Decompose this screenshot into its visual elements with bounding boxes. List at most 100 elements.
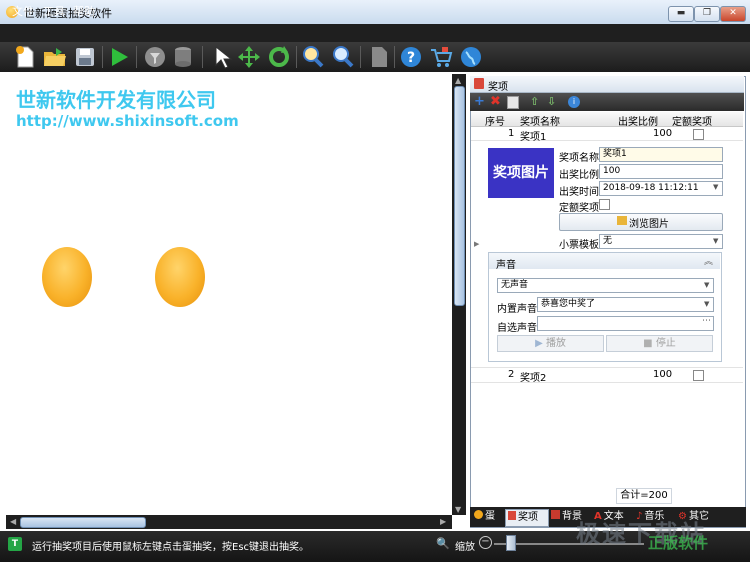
copy-prize-icon[interactable] [507, 96, 519, 109]
scroll-left-arrow-icon[interactable]: ◀ [10, 517, 16, 526]
col-fixed-header[interactable]: 定额奖项 [672, 113, 712, 128]
sound-group-header[interactable] [489, 253, 720, 269]
prize-time-field[interactable]: 2018-09-18 11:12:11 [599, 181, 723, 196]
egg-2[interactable] [155, 247, 205, 307]
maximize-button[interactable]: ❐ [694, 6, 720, 22]
stop-sound-button[interactable]: ■ 停止 [606, 335, 713, 352]
magnifier-icon: 🔍 [436, 537, 450, 550]
builtin-sound-select[interactable]: 恭喜您中奖了 [537, 297, 714, 312]
chevron-down-icon[interactable]: ▼ [704, 300, 709, 308]
play-sound-button[interactable]: ▶ 播放 [497, 335, 604, 352]
row-fixed-checkbox[interactable] [693, 129, 704, 140]
move-down-icon[interactable]: ⇩ [547, 95, 556, 109]
page-icon[interactable] [366, 44, 392, 70]
prize-ratio-field[interactable]: 100 [599, 164, 723, 179]
chevron-down-icon[interactable]: ▼ [713, 183, 718, 191]
title-bar [0, 0, 750, 25]
menu-tools[interactable]: 工具 [43, 3, 65, 19]
rotate-icon[interactable] [266, 44, 292, 70]
help-icon[interactable]: ? [398, 44, 424, 70]
menu-file[interactable]: 文件 [12, 3, 34, 19]
expand-arrow-icon[interactable]: ▶ [474, 240, 479, 248]
col-ratio-header[interactable]: 出奖比例 [618, 113, 658, 128]
name-label: 奖项名称 [559, 153, 599, 164]
col-index-header[interactable]: 序号 [485, 113, 505, 128]
ticket-template-select[interactable]: 无 [599, 234, 723, 249]
scroll-up-arrow-icon[interactable]: ▲ [455, 76, 461, 85]
window-title: 世新砸蛋抽奖软件 [24, 7, 112, 20]
move-icon[interactable] [236, 44, 262, 70]
ratio-sum: 合计=200 [616, 488, 672, 504]
filter-icon[interactable] [142, 44, 168, 70]
zoom-in-icon[interactable] [300, 44, 326, 70]
horizontal-scroll-thumb[interactable] [20, 517, 146, 528]
watermark-subtext: 正版软件 [648, 534, 709, 552]
zoom-out-icon[interactable] [330, 44, 356, 70]
info-icon[interactable]: i [568, 96, 580, 108]
delete-prize-icon[interactable]: ✖ [490, 95, 501, 109]
vertical-scroll-thumb[interactable] [454, 86, 465, 306]
prize-icon [508, 511, 516, 520]
row-fixed-checkbox[interactable] [693, 370, 704, 381]
sound-mode-select[interactable]: 无声音 [497, 278, 714, 293]
cart-icon[interactable] [428, 44, 454, 70]
tab-prize-label: 奖项 [518, 512, 538, 523]
row-name: 奖项2 [520, 373, 547, 384]
scroll-down-arrow-icon[interactable]: ▼ [455, 505, 461, 514]
prize-panel-title: 奖项 [488, 82, 508, 93]
row-ratio: 100 [653, 128, 673, 139]
toolbar-separator [202, 46, 203, 68]
chevron-down-icon[interactable]: ▼ [713, 237, 718, 245]
tab-egg-label: 蛋 [485, 511, 495, 522]
egg-1[interactable] [42, 247, 92, 307]
prize-panel-icon [474, 78, 484, 89]
col-name-header[interactable]: 奖项名称 [520, 113, 560, 128]
scroll-right-arrow-icon[interactable]: ▶ [440, 517, 446, 526]
zoom-slider-knob[interactable] [506, 535, 516, 551]
svg-text:?: ? [407, 50, 415, 66]
toolbar-separator [360, 46, 361, 68]
save-icon[interactable] [72, 44, 98, 70]
minimize-button[interactable]: ▬ [668, 6, 694, 22]
custom-sound-field[interactable] [537, 316, 714, 331]
toolbar-separator [136, 46, 137, 68]
custom-sound-label: 自选声音 [497, 323, 537, 334]
move-up-icon[interactable]: ⇧ [530, 95, 539, 109]
database-icon[interactable] [170, 44, 196, 70]
company-name-text[interactable]: 世新软件开发有限公司 [16, 84, 216, 113]
globe-icon[interactable] [458, 44, 484, 70]
play-icon[interactable] [106, 44, 132, 70]
tab-egg[interactable]: 蛋 [474, 509, 504, 525]
folder-icon [617, 216, 627, 225]
row-name: 奖项1 [520, 132, 547, 143]
row-index: 2 [508, 369, 515, 380]
new-file-icon[interactable] [12, 44, 38, 70]
close-button[interactable]: ✕ [720, 6, 746, 22]
play-icon: ▶ [535, 338, 546, 349]
time-label: 出奖时间 [559, 187, 599, 198]
fixed-prize-checkbox[interactable] [599, 199, 610, 210]
company-url-text[interactable]: http://www.shixinsoft.com [16, 112, 239, 130]
egg-icon [474, 510, 483, 519]
collapse-icon[interactable]: ︽ [704, 254, 713, 267]
chevron-down-icon[interactable]: ▼ [704, 281, 709, 289]
cursor-icon[interactable] [208, 44, 234, 70]
status-app-icon: T [8, 537, 22, 551]
zoom-out-button[interactable]: − [479, 536, 492, 549]
prize-panel-header [470, 76, 744, 93]
prize-image[interactable]: 奖项图片 [488, 148, 554, 198]
prize-name-field[interactable]: 奖项1 [599, 147, 723, 162]
fixed-label: 定额奖项 [559, 203, 599, 214]
builtin-sound-label: 内置声音 [497, 304, 537, 315]
ticket-label: 小票模板 [559, 240, 599, 251]
add-prize-icon[interactable]: + [474, 95, 485, 109]
row-ratio: 100 [653, 369, 673, 380]
ratio-label: 出奖比例 [559, 170, 599, 181]
open-folder-icon[interactable] [42, 44, 68, 70]
menu-help[interactable]: 帮助 [73, 3, 95, 19]
ellipsis-icon[interactable]: ⋯ [702, 316, 711, 326]
tab-prize[interactable]: 奖项 [505, 509, 549, 527]
stop-icon: ■ [643, 338, 656, 349]
sound-title: 声音 [496, 260, 516, 271]
zoom-label: 缩放 [455, 542, 475, 553]
